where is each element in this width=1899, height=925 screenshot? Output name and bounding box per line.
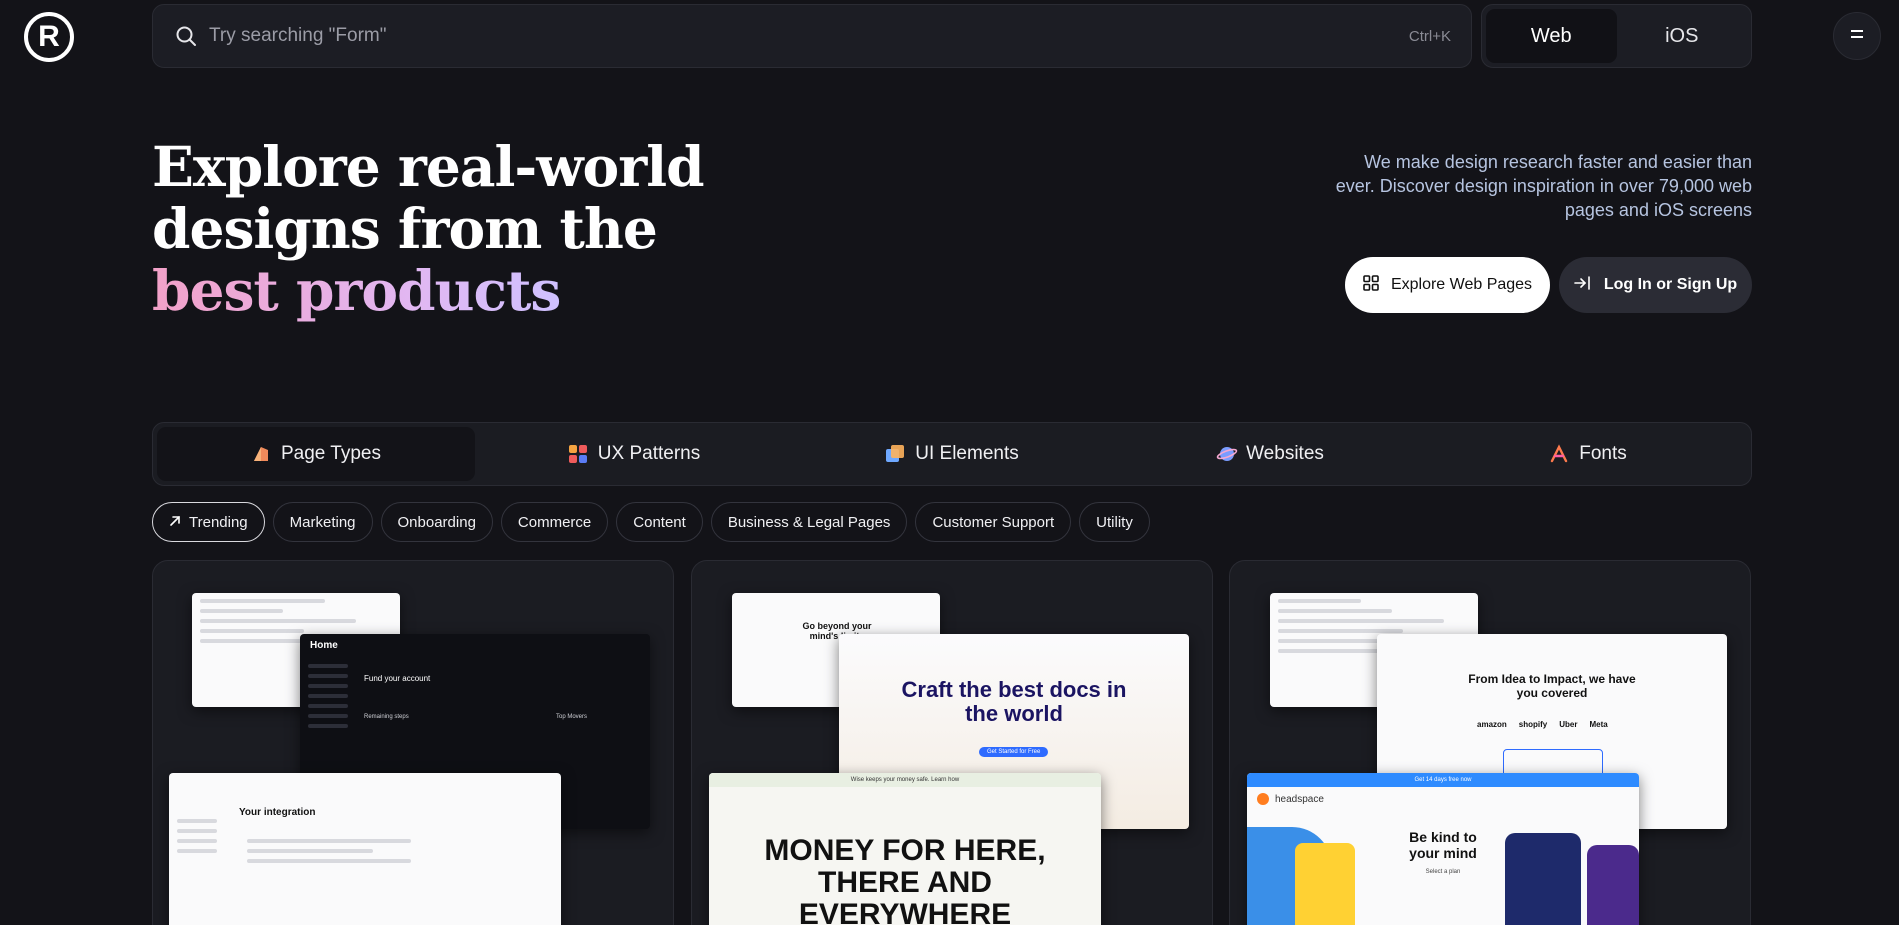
- dark-shot-section: Remaining steps: [364, 714, 409, 720]
- wise-heading: MONEY FOR HERE, THERE AND EVERYWHERE: [764, 834, 1046, 925]
- headspace-brand: headspace: [1257, 793, 1324, 805]
- hero-title-line2: designs from the: [152, 196, 658, 261]
- platform-toggle: Web iOS: [1481, 4, 1752, 68]
- preview-card-1[interactable]: Home Fund your account Remaining steps T…: [152, 560, 674, 925]
- chip-commerce[interactable]: Commerce: [500, 502, 609, 542]
- hero-description: We make design research faster and easie…: [1335, 152, 1752, 220]
- chip-business-legal[interactable]: Business & Legal Pages: [710, 502, 908, 542]
- preview-card-3[interactable]: From Idea to Impact, we have you covered…: [1229, 560, 1751, 925]
- chip-onboarding[interactable]: Onboarding: [380, 502, 493, 542]
- grid-icon: [1363, 274, 1379, 296]
- preview-card-2[interactable]: Go beyond your mind's limits Craft the b…: [691, 560, 1213, 925]
- tab-ux-patterns[interactable]: UX Patterns: [475, 427, 793, 481]
- platform-web[interactable]: Web: [1486, 9, 1617, 63]
- white-shot-title: Your integration: [239, 807, 316, 818]
- chip-label: Trending: [189, 513, 248, 531]
- explore-web-pages-button[interactable]: Explore Web Pages: [1345, 257, 1550, 313]
- platform-ios[interactable]: iOS: [1617, 9, 1748, 63]
- menu-button[interactable]: [1833, 12, 1881, 60]
- hero-title-line3: best products: [152, 258, 561, 323]
- tab-websites[interactable]: Websites: [1111, 427, 1429, 481]
- headspace-banner: Get 14 days free now: [1247, 773, 1639, 787]
- chip-utility[interactable]: Utility: [1079, 502, 1150, 542]
- chip-marketing[interactable]: Marketing: [272, 502, 373, 542]
- trending-arrow-icon: [169, 514, 181, 531]
- chip-content[interactable]: Content: [616, 502, 703, 542]
- tab-label: UX Patterns: [597, 443, 701, 464]
- tab-label: Page Types: [280, 443, 381, 464]
- craft-heading: Craft the best docs in the world: [901, 677, 1127, 726]
- dark-shot-side: Top Movers: [556, 714, 588, 720]
- hero-title: Explore real-world designs from the best…: [152, 134, 705, 323]
- tab-label: Websites: [1246, 443, 1324, 464]
- wise-banner: Wise keeps your money safe. Learn how: [709, 773, 1101, 787]
- search-placeholder: Try searching "Form": [209, 25, 387, 46]
- chip-label: Content: [633, 513, 686, 531]
- preview-screenshot-headspace: Get 14 days free now headspace Be kind t…: [1247, 773, 1639, 925]
- headspace-brand-name: headspace: [1275, 793, 1324, 805]
- hero-title-line1: Explore real-world: [152, 134, 705, 199]
- logo-row: amazon shopify Uber Meta: [1477, 720, 1608, 729]
- page-types-icon: [251, 444, 271, 464]
- tab-fonts[interactable]: Fonts: [1429, 427, 1747, 481]
- headspace-heading: Be kind to your mind: [1409, 829, 1477, 861]
- tab-label: UI Elements: [915, 443, 1019, 464]
- chip-label: Marketing: [289, 513, 356, 531]
- tab-page-types[interactable]: Page Types: [157, 427, 475, 481]
- chip-label: Business & Legal Pages: [727, 513, 891, 531]
- fonts-icon: [1549, 444, 1569, 464]
- search-bar[interactable]: Try searching "Form" Ctrl+K: [152, 4, 1472, 68]
- chip-label: Utility: [1096, 513, 1133, 531]
- brand-logo: Uber: [1559, 720, 1578, 729]
- headspace-sub: Select a plan: [1425, 869, 1461, 875]
- login-signup-button[interactable]: Log In or Sign Up: [1559, 257, 1752, 313]
- dark-shot-heading: Fund your account: [364, 674, 431, 683]
- dark-shot-title: Home: [310, 640, 338, 651]
- preview-screenshot-wise: Wise keeps your money safe. Learn how MO…: [709, 773, 1101, 925]
- category-tabs: Page Types UX Patterns UI Elements Websi…: [152, 422, 1752, 486]
- idea-heading: From Idea to Impact, we have you covered: [1468, 672, 1636, 700]
- brand-logo: Meta: [1589, 720, 1608, 729]
- chip-label: Customer Support: [932, 513, 1055, 531]
- preview-screenshot-integration: Your integration: [169, 773, 561, 925]
- chip-customer-support[interactable]: Customer Support: [915, 502, 1072, 542]
- tab-label: Fonts: [1579, 443, 1627, 464]
- logo-glyph: R: [38, 20, 60, 53]
- chip-trending[interactable]: Trending: [152, 502, 265, 542]
- explore-button-label: Explore Web Pages: [1390, 276, 1533, 293]
- chip-label: Onboarding: [397, 513, 476, 531]
- illustration-card: [1295, 843, 1355, 925]
- illustration-phone-2: [1587, 845, 1639, 925]
- illustration-phone: [1505, 833, 1581, 925]
- ux-patterns-icon: [568, 444, 588, 464]
- craft-cta: Get Started for Free: [979, 747, 1049, 757]
- websites-icon: [1216, 444, 1238, 464]
- brand-logo: amazon: [1477, 720, 1507, 729]
- chip-label: Commerce: [517, 513, 592, 531]
- login-arrow-icon: [1574, 275, 1592, 296]
- tab-ui-elements[interactable]: UI Elements: [793, 427, 1111, 481]
- logo[interactable]: R: [24, 12, 74, 62]
- login-button-label: Log In or Sign Up: [1603, 276, 1738, 293]
- ui-elements-icon: [885, 444, 905, 464]
- search-shortcut: Ctrl+K: [1408, 27, 1451, 45]
- brand-logo: shopify: [1518, 720, 1548, 729]
- filter-chips: Trending Marketing Onboarding Commerce C…: [152, 502, 1150, 542]
- search-icon: [173, 23, 199, 49]
- menu-icon: [1849, 27, 1865, 45]
- headspace-dot-icon: [1257, 793, 1269, 805]
